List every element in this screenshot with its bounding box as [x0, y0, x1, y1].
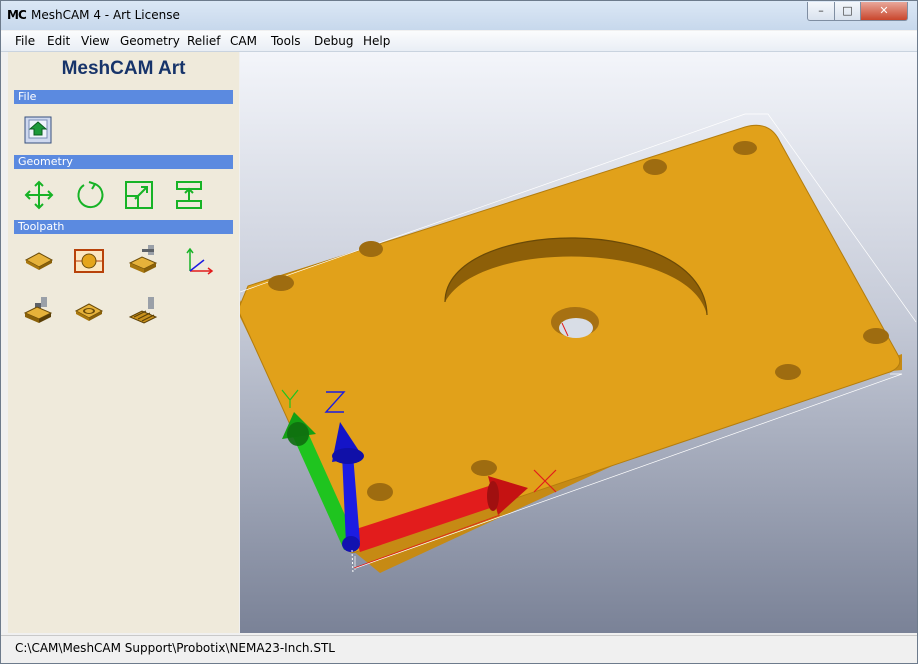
window-title: MeshCAM 4 - Art License [31, 8, 180, 22]
move-icon[interactable] [23, 179, 55, 211]
menu-view[interactable]: View [81, 34, 109, 48]
set-height-icon[interactable] [173, 179, 205, 211]
menu-cam[interactable]: CAM [230, 34, 257, 48]
section-toolpath-header: Toolpath [14, 220, 233, 234]
menu-tools[interactable]: Tools [271, 34, 301, 48]
section-geometry-header: Geometry [14, 155, 233, 169]
set-origin-icon[interactable] [182, 245, 214, 277]
maximize-button[interactable]: □ [834, 2, 861, 21]
sidebar: MeshCAM Art File Geometry Toolpath [8, 52, 239, 633]
close-button[interactable]: ✕ [860, 2, 908, 21]
app-name: MeshCAM Art [61, 58, 186, 79]
calculate-toolpath-icon[interactable] [128, 295, 160, 327]
app-icon: MC [7, 8, 27, 22]
stl-part-model [240, 113, 917, 573]
menu-debug[interactable]: Debug [314, 34, 353, 48]
menu-edit[interactable]: Edit [47, 34, 70, 48]
open-file-icon[interactable] [22, 113, 54, 145]
stock-icon[interactable] [23, 245, 55, 277]
minimize-button[interactable]: – [807, 2, 835, 21]
rotate-icon[interactable] [73, 179, 105, 211]
pocket-icon[interactable] [73, 295, 105, 327]
section-file-header: File [14, 90, 233, 104]
title-bar[interactable]: MC MeshCAM 4 - Art License – □ ✕ [1, 1, 917, 30]
waterline-icon[interactable] [128, 243, 160, 275]
machine-region-icon[interactable] [73, 245, 105, 277]
scale-icon[interactable] [123, 179, 155, 211]
status-bar: C:\CAM\MeshCAM Support\Probotix\NEMA23-I… [1, 635, 917, 663]
menu-file[interactable]: File [15, 34, 35, 48]
3d-viewport[interactable] [240, 52, 917, 633]
menu-bar: File Edit View Geometry Relief CAM Tools… [1, 31, 917, 52]
app-window: MC MeshCAM 4 - Art License – □ ✕ File Ed… [0, 0, 918, 664]
menu-relief[interactable]: Relief [187, 34, 220, 48]
menu-geometry[interactable]: Geometry [120, 34, 180, 48]
status-file-path: C:\CAM\MeshCAM Support\Probotix\NEMA23-I… [15, 641, 335, 655]
menu-help[interactable]: Help [363, 34, 390, 48]
tool-setup-icon[interactable] [23, 295, 55, 327]
